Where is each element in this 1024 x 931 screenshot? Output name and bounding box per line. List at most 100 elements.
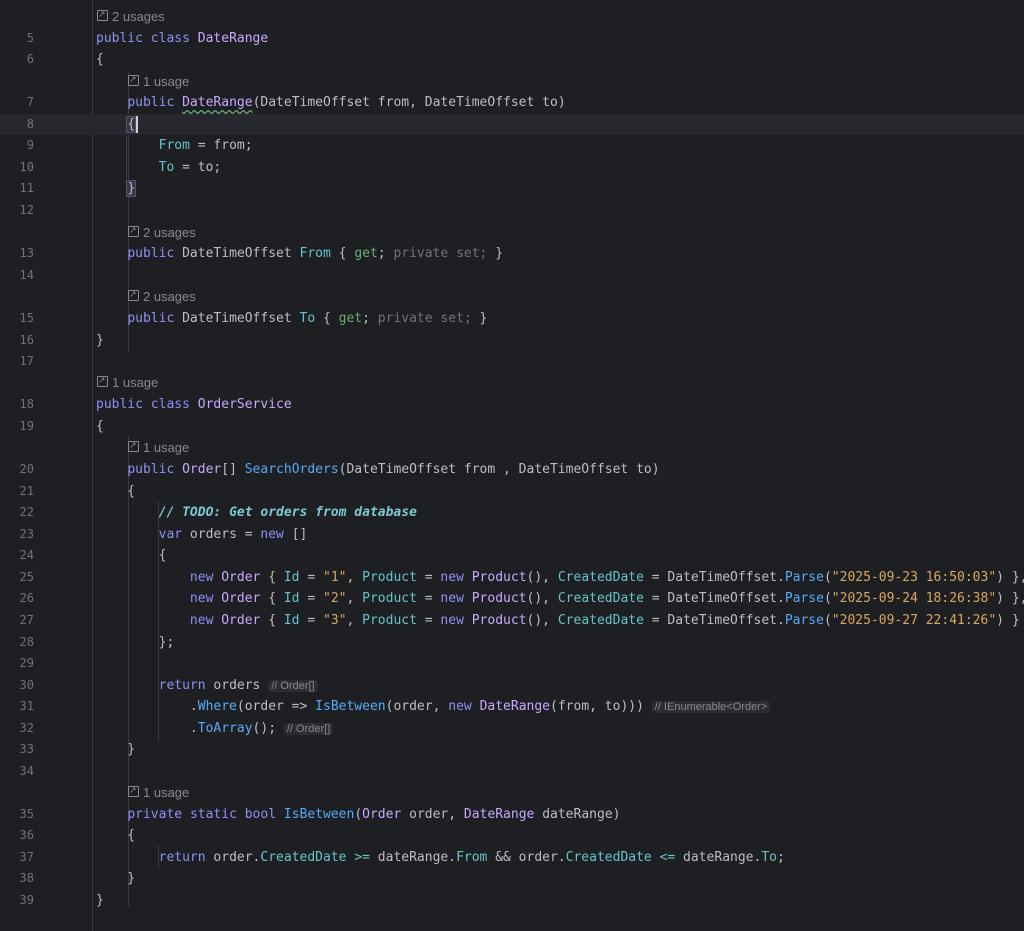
code-text: }: [96, 893, 104, 908]
code-line[interactable]: 38 }: [0, 868, 1024, 889]
line-number: 35: [19, 807, 34, 821]
line-number: 27: [19, 613, 34, 627]
todo-comment: // TODO: Get orders from database: [158, 505, 417, 520]
line-number: 21: [19, 484, 34, 498]
code-line[interactable]: 7 public DateRange(DateTimeOffset from, …: [0, 92, 1024, 113]
line-number: 26: [19, 591, 34, 605]
code-line[interactable]: 21 {: [0, 481, 1024, 502]
code-line[interactable]: 27 new Order { Id = "3", Product = new P…: [0, 610, 1024, 631]
line-number: 23: [19, 527, 34, 541]
code-text: private static bool IsBetween(Order orde…: [127, 807, 621, 822]
code-line[interactable]: 22 // TODO: Get orders from database: [0, 502, 1024, 523]
code-text: }: [96, 333, 104, 348]
code-line[interactable]: 17: [0, 351, 1024, 372]
code-text: var orders = new []: [158, 527, 308, 542]
line-number: 5: [26, 31, 34, 45]
code-text: {: [96, 828, 136, 843]
code-text: public class DateRange: [96, 31, 269, 46]
usages-icon: [97, 372, 108, 388]
usages-icon: [97, 6, 108, 22]
code-text: {: [96, 419, 104, 434]
line-number: 6: [26, 52, 34, 66]
code-line[interactable]: 6 {: [0, 49, 1024, 70]
code-text: new Order { Id = "1", Product = new Prod…: [189, 570, 1024, 585]
usages-hint[interactable]: 2 usages: [128, 286, 196, 307]
code-line[interactable]: 10 To = to;: [0, 157, 1024, 178]
usages-hint[interactable]: 1 usage: [97, 372, 158, 393]
code-text: public DateRange(DateTimeOffset from, Da…: [127, 95, 566, 110]
type-inlay-hint: // IEnumerable<Order>: [651, 701, 771, 713]
type-inlay-hint: // Order[]: [283, 723, 334, 735]
code-text: return order.CreatedDate >= dateRange.Fr…: [158, 850, 785, 865]
line-number: 14: [19, 268, 34, 282]
code-line[interactable]: 16 }: [0, 330, 1024, 351]
code-line[interactable]: 13 public DateTimeOffset From { get; pri…: [0, 243, 1024, 264]
code-text: public DateTimeOffset From { get; privat…: [127, 246, 504, 261]
code-text: {: [96, 114, 139, 135]
code-line[interactable]: 32 .ToArray(); // Order[]: [0, 718, 1024, 739]
code-line[interactable]: 9 From = from;: [0, 135, 1024, 156]
line-number: 9: [26, 138, 34, 152]
code-line[interactable]: 11 }: [0, 178, 1024, 199]
code-text: }: [96, 871, 136, 886]
line-number: 12: [19, 203, 34, 217]
usages-icon: [128, 222, 139, 238]
code-text: From = from;: [158, 138, 253, 153]
code-text: public class OrderService: [96, 397, 292, 412]
code-line[interactable]: 34: [0, 761, 1024, 782]
code-line-current[interactable]: 8 {: [0, 114, 1024, 135]
code-text: {: [96, 52, 104, 67]
code-line[interactable]: 33 }: [0, 739, 1024, 760]
usages-hint[interactable]: 1 usage: [128, 782, 189, 803]
code-text: To = to;: [158, 160, 222, 175]
code-line[interactable]: 28 };: [0, 632, 1024, 653]
line-number: 17: [19, 354, 34, 368]
usages-icon: [128, 71, 139, 87]
code-line[interactable]: 30 return orders // Order[]: [0, 675, 1024, 696]
line-number: 11: [19, 181, 34, 195]
code-text: new Order { Id = "3", Product = new Prod…: [189, 613, 1020, 628]
line-number: 28: [19, 635, 34, 649]
code-line[interactable]: 29: [0, 653, 1024, 674]
code-line[interactable]: 36 {: [0, 825, 1024, 846]
usages-hint[interactable]: 1 usage: [128, 437, 189, 458]
code-editor[interactable]: 2 usages 1 usage 2 usages 2 usages 1 usa…: [0, 0, 1024, 931]
usages-hint[interactable]: 1 usage: [128, 71, 189, 92]
line-number: 30: [19, 678, 34, 692]
code-text: public Order[] SearchOrders(DateTimeOffs…: [127, 462, 660, 477]
code-line[interactable]: 12: [0, 200, 1024, 221]
code-line[interactable]: 18 public class OrderService: [0, 394, 1024, 415]
line-number: 22: [19, 505, 34, 519]
code-line[interactable]: 37 return order.CreatedDate >= dateRange…: [0, 847, 1024, 868]
usages-icon: [128, 437, 139, 453]
code-line[interactable]: 24 {: [0, 545, 1024, 566]
code-line[interactable]: 31 .Where(order => IsBetween(order, new …: [0, 696, 1024, 717]
line-number: 37: [19, 850, 34, 864]
usages-icon: [128, 286, 139, 302]
usages-hint[interactable]: 2 usages: [128, 222, 196, 243]
type-inlay-hint: // Order[]: [268, 680, 318, 692]
code-line[interactable]: 14: [0, 265, 1024, 286]
code-line[interactable]: 25 new Order { Id = "1", Product = new P…: [0, 567, 1024, 588]
line-number: 34: [19, 764, 34, 778]
code-text: // TODO: Get orders from database: [96, 502, 417, 523]
code-text: .ToArray(); // Order[]: [96, 718, 334, 739]
code-line[interactable]: 20 public Order[] SearchOrders(DateTimeO…: [0, 459, 1024, 480]
line-number: 32: [19, 721, 34, 735]
code-line[interactable]: 19 {: [0, 416, 1024, 437]
line-number: 8: [26, 117, 34, 131]
code-line[interactable]: 5 public class DateRange: [0, 28, 1024, 49]
code-line[interactable]: 26 new Order { Id = "2", Product = new P…: [0, 588, 1024, 609]
code-line[interactable]: 15 public DateTimeOffset To { get; priva…: [0, 308, 1024, 329]
line-number: 18: [19, 397, 34, 411]
code-line[interactable]: 35 private static bool IsBetween(Order o…: [0, 804, 1024, 825]
line-number: 24: [19, 548, 34, 562]
usages-hint[interactable]: 2 usages: [97, 6, 165, 27]
line-number: 31: [19, 699, 34, 713]
code-line[interactable]: 23 var orders = new []: [0, 524, 1024, 545]
line-number: 7: [26, 95, 34, 109]
code-line[interactable]: 39 }: [0, 890, 1024, 911]
line-number: 13: [19, 246, 34, 260]
line-number: 36: [19, 828, 34, 842]
line-number: 33: [19, 742, 34, 756]
